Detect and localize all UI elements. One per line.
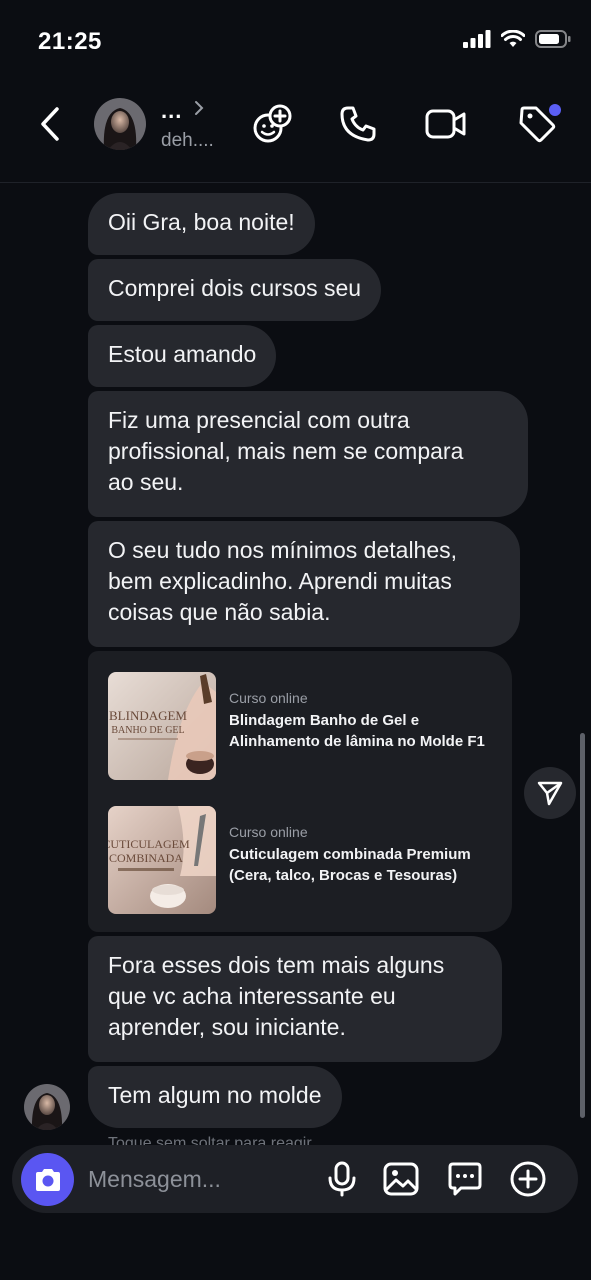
course-item[interactable]: BLINDAGEM BANHO DE GEL Curso online Blin… [108, 672, 498, 780]
course-thumbnail: CUTICULAGEM COMBINADA [108, 806, 216, 914]
scrollbar[interactable] [580, 733, 585, 1118]
chat-header: ... deh.... [0, 86, 591, 183]
message-bubble[interactable]: O seu tudo nos mínimos detalhes, bem exp… [88, 521, 520, 647]
message-bubble[interactable]: Fora esses dois tem mais alguns que vc a… [88, 936, 502, 1062]
course-type: Curso online [229, 690, 308, 706]
more-options-button[interactable] [508, 1159, 548, 1199]
send-icon [537, 781, 563, 806]
sticker-button[interactable] [445, 1159, 485, 1199]
microphone-icon [328, 1161, 356, 1197]
camera-button[interactable] [21, 1153, 74, 1206]
image-icon [383, 1162, 419, 1196]
add-people-button[interactable] [250, 102, 294, 146]
thumbnail-text: CUTICULAGEM [108, 837, 190, 851]
signal-icon [463, 30, 491, 53]
share-button[interactable] [524, 767, 576, 819]
contact-username[interactable]: deh.... [161, 130, 214, 152]
camera-icon [35, 1168, 60, 1191]
contact-avatar[interactable] [94, 98, 146, 150]
back-button[interactable] [32, 104, 68, 144]
battery-icon [535, 30, 571, 53]
course-item[interactable]: CUTICULAGEM COMBINADA Curso online Cutic… [108, 806, 498, 914]
notification-dot [549, 104, 561, 116]
call-button[interactable] [336, 102, 380, 146]
phone-icon [340, 106, 376, 142]
status-icons [463, 29, 571, 53]
add-people-icon [253, 104, 292, 143]
contact-name[interactable]: ... [161, 98, 182, 124]
course-thumbnail: BLINDAGEM BANHO DE GEL [108, 672, 216, 780]
chat-screen: 21:25 ... deh.... Oii Gra, boa noite! Co… [0, 0, 591, 1280]
course-title: Cuticulagem combinada Premium (Cera, tal… [229, 846, 471, 884]
message-composer [12, 1145, 578, 1213]
microphone-button[interactable] [322, 1159, 362, 1199]
message-bubble[interactable]: Fiz uma presencial com outra profissiona… [88, 391, 528, 517]
message-input[interactable] [88, 1159, 308, 1199]
course-type: Curso online [229, 824, 308, 840]
video-call-button[interactable] [424, 102, 468, 146]
thumbnail-text: BLINDAGEM [109, 708, 187, 723]
video-camera-icon [425, 109, 466, 139]
thumbnail-text: COMBINADA [109, 851, 183, 865]
chevron-left-icon [41, 107, 59, 141]
thumbnail-text: BANHO DE GEL [111, 725, 184, 736]
status-time: 21:25 [38, 28, 102, 55]
gallery-button[interactable] [381, 1159, 421, 1199]
tag-button[interactable] [515, 102, 561, 146]
wifi-icon [500, 29, 526, 53]
course-title: Blindagem Banho de Gel e Alinhamento de … [229, 712, 485, 750]
chevron-right-icon [195, 101, 204, 115]
shared-courses-card[interactable]: BLINDAGEM BANHO DE GEL Curso online Blin… [88, 651, 512, 932]
message-bubble[interactable]: Estou amando [88, 325, 277, 387]
message-bubble[interactable]: Tem algum no molde [88, 1066, 342, 1128]
message-bubble[interactable]: Oii Gra, boa noite! [88, 193, 315, 255]
chat-bubble-icon [448, 1162, 482, 1196]
plus-circle-icon [510, 1161, 546, 1197]
status-bar: 21:25 [0, 0, 591, 86]
sender-avatar[interactable] [24, 1084, 70, 1130]
message-bubble[interactable]: Comprei dois cursos seu [88, 259, 382, 321]
